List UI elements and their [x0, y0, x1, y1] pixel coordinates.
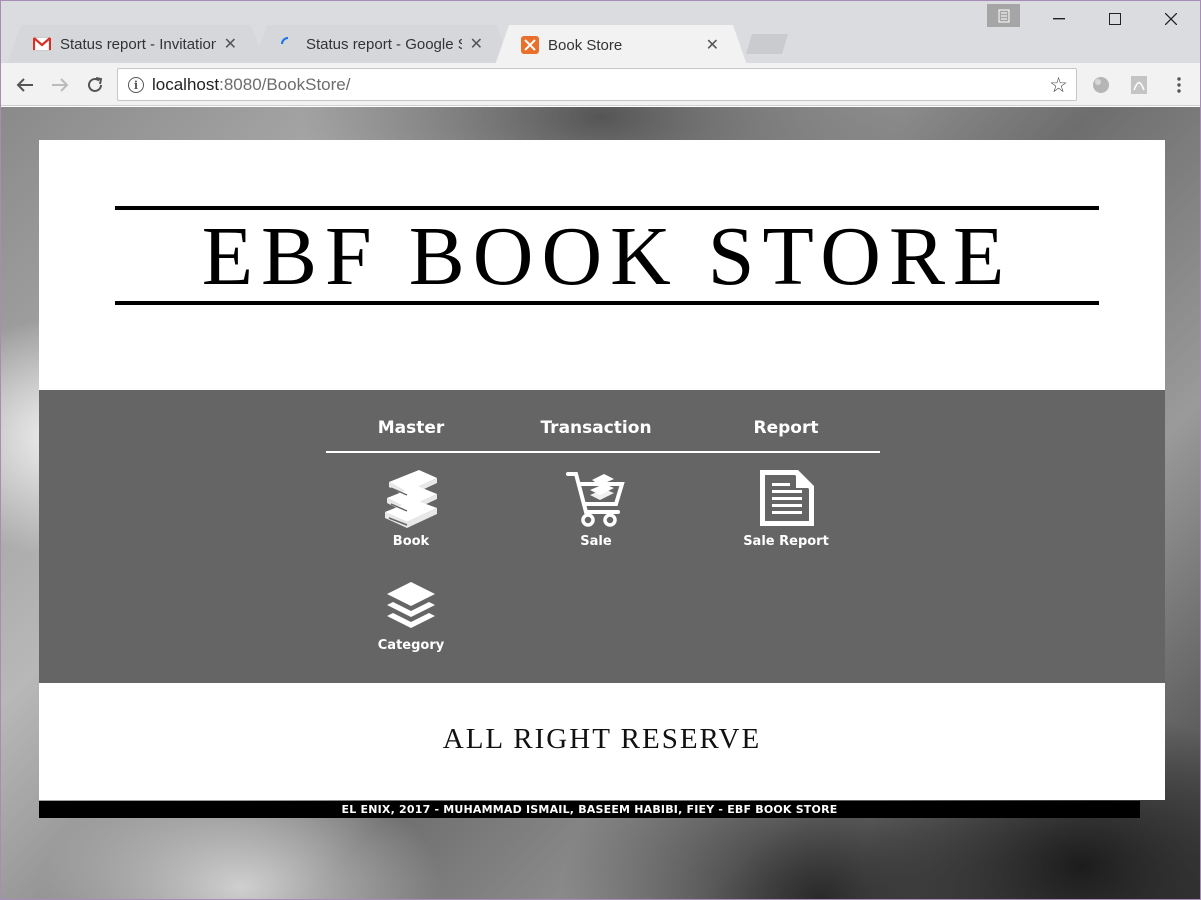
gmail-icon	[33, 35, 51, 53]
minimize-button[interactable]	[1031, 1, 1087, 37]
layers-icon	[326, 570, 496, 632]
browser-toolbar: i localhost:8080/BookStore/ ☆	[1, 63, 1200, 106]
logo-bottom-rule	[115, 301, 1099, 305]
xampp-icon	[521, 36, 539, 54]
loading-spinner-icon	[279, 35, 297, 53]
new-tab-button[interactable]	[746, 34, 788, 54]
extension-pdf-icon[interactable]	[1127, 73, 1151, 97]
shopping-cart-icon	[511, 466, 681, 528]
page-viewport: EBF BOOK STORE Master Transaction Report	[1, 107, 1200, 899]
store-logo: EBF BOOK STORE	[115, 206, 1099, 307]
menu-item-sale[interactable]: Sale	[511, 466, 681, 549]
bookmark-star-icon[interactable]: ☆	[1049, 73, 1068, 98]
tab-gmail[interactable]: Status report - Invitation ✕	[7, 25, 265, 63]
tab-close-icon[interactable]: ✕	[706, 35, 719, 55]
browser-titlebar: Status report - Invitation ✕ Status repo…	[1, 1, 1200, 63]
menu-item-label: Category	[377, 638, 445, 653]
menu-item-label: Book	[392, 534, 430, 549]
menu-header-report: Report	[753, 418, 819, 438]
document-icon	[701, 466, 871, 528]
menu-item-category[interactable]: Category	[326, 570, 496, 653]
menu-panel: Master Transaction Report Book Sale Sale…	[39, 390, 1165, 683]
tab-title: Status report - Invitation	[60, 35, 216, 53]
menu-item-label: Sale Report	[743, 534, 829, 549]
menu-item-label: Sale	[580, 534, 612, 549]
tab-title: Status report - Google Sl	[306, 35, 462, 53]
books-icon	[326, 466, 496, 528]
tab-google-slides[interactable]: Status report - Google Sl ✕	[253, 25, 511, 63]
menu-divider	[326, 451, 880, 453]
reload-icon[interactable]	[81, 71, 109, 99]
logo-text: EBF BOOK STORE	[201, 209, 1013, 303]
url-host: localhost	[152, 74, 220, 94]
url-path: :8080/BookStore/	[219, 74, 351, 94]
credit-bar: El Enix, 2017 - Muhammad Ismail, Baseem …	[39, 801, 1140, 818]
menu-header-master: Master	[377, 418, 445, 438]
back-arrow-icon[interactable]	[11, 71, 39, 99]
menu-item-book[interactable]: Book	[326, 466, 496, 549]
main-card: EBF BOOK STORE Master Transaction Report	[39, 140, 1165, 800]
tab-close-icon[interactable]: ✕	[224, 34, 237, 54]
forward-arrow-icon[interactable]	[46, 71, 74, 99]
maximize-button[interactable]	[1087, 1, 1143, 37]
tab-book-store[interactable]: Book Store ✕	[495, 25, 747, 65]
extension-globe-icon[interactable]	[1089, 73, 1113, 97]
tab-close-icon[interactable]: ✕	[470, 34, 483, 54]
info-icon[interactable]: i	[128, 77, 144, 93]
address-bar[interactable]: i localhost:8080/BookStore/ ☆	[117, 68, 1077, 101]
close-window-button[interactable]	[1143, 1, 1199, 37]
menu-header-transaction: Transaction	[540, 418, 652, 438]
tab-title: Book Store	[548, 36, 623, 54]
menu-kebab-icon[interactable]	[1167, 73, 1191, 97]
profile-icon[interactable]	[987, 4, 1020, 27]
footer-rights-text: ALL RIGHT RESERVE	[442, 723, 762, 755]
menu-item-sale-report[interactable]: Sale Report	[701, 466, 871, 549]
